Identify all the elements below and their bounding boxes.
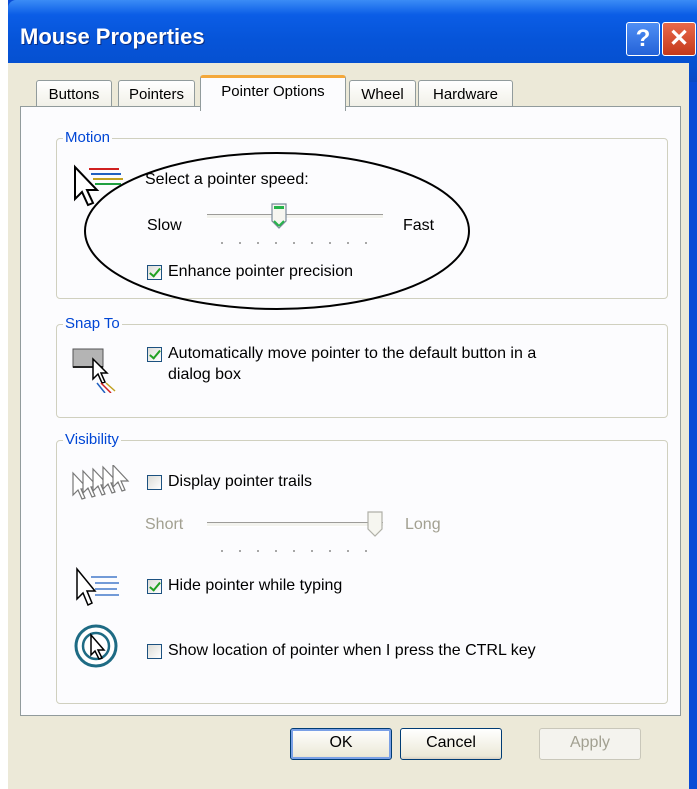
long-label: Long xyxy=(405,516,441,533)
hide-pointer-label[interactable]: Hide pointer while typing xyxy=(168,577,342,595)
pointer-options-panel: Motion Select a pointer speed: Slow Fast… xyxy=(20,106,681,716)
help-icon: ? xyxy=(635,25,651,52)
trail-slider-thumb xyxy=(367,511,383,537)
cancel-label: Cancel xyxy=(426,734,476,751)
pointer-trails-checkbox[interactable] xyxy=(147,475,162,490)
apply-label: Apply xyxy=(569,734,611,751)
help-button[interactable]: ? xyxy=(626,22,660,56)
apply-button[interactable]: Apply xyxy=(539,728,641,760)
snap-to-icon xyxy=(72,348,116,393)
tab-pointers[interactable]: Pointers xyxy=(118,80,195,108)
show-location-label[interactable]: Show location of pointer when I press th… xyxy=(168,642,536,660)
tab-label: Buttons xyxy=(48,86,100,103)
pointer-location-icon xyxy=(74,624,118,668)
motion-group-label: Motion xyxy=(63,129,113,146)
ok-button[interactable]: OK xyxy=(290,728,392,760)
tab-label: Pointer Options xyxy=(221,83,325,100)
close-button[interactable]: ✕ xyxy=(662,22,696,56)
close-icon: ✕ xyxy=(668,25,690,52)
show-location-checkbox[interactable] xyxy=(147,644,162,659)
ok-label: OK xyxy=(329,734,353,751)
snap-to-group xyxy=(56,324,668,418)
tab-buttons[interactable]: Buttons xyxy=(36,80,112,108)
tab-hardware[interactable]: Hardware xyxy=(418,80,513,108)
snap-to-checkbox[interactable] xyxy=(147,347,162,362)
tab-wheel[interactable]: Wheel xyxy=(349,80,416,108)
short-label: Short xyxy=(145,516,184,533)
window-title: Mouse Properties xyxy=(20,24,205,49)
pointer-trails-label[interactable]: Display pointer trails xyxy=(168,473,312,491)
pointer-trails-icon xyxy=(72,465,130,500)
hide-pointer-icon xyxy=(76,567,119,607)
snap-to-label-line2[interactable]: dialog box xyxy=(168,366,241,384)
snap-to-group-label: Snap To xyxy=(63,315,122,332)
snap-to-label-line1[interactable]: Automatically move pointer to the defaul… xyxy=(168,345,536,363)
visibility-group-label: Visibility xyxy=(63,431,121,448)
highlight-ellipse xyxy=(84,152,470,310)
trail-slider-track xyxy=(207,522,383,527)
tab-label: Pointers xyxy=(128,86,185,103)
cancel-button[interactable]: Cancel xyxy=(400,728,502,760)
hide-pointer-checkbox[interactable] xyxy=(147,579,162,594)
tab-pointer-options[interactable]: Pointer Options xyxy=(200,75,346,111)
tab-label: Hardware xyxy=(432,86,499,103)
trail-slider-ticks xyxy=(213,550,383,552)
tab-label: Wheel xyxy=(361,86,404,103)
